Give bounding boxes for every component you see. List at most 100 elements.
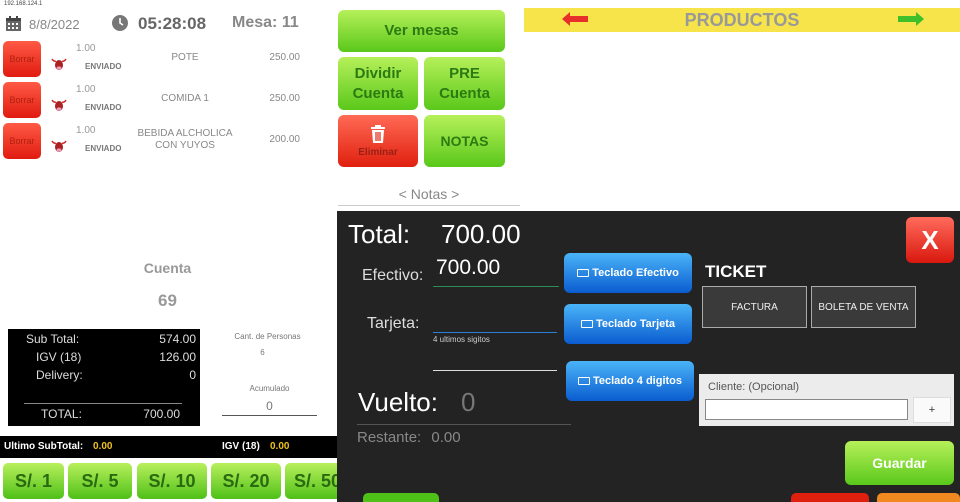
delete-item-button[interactable]: Borrar: [3, 41, 41, 77]
order-price: 200.00: [269, 134, 300, 145]
restante-label: Restante:: [357, 429, 422, 446]
vuelto-value: 0: [461, 387, 476, 417]
cuenta-number: 69: [158, 291, 177, 310]
window-titlebar: 192.168.124.1: [0, 0, 960, 8]
factura-button[interactable]: FACTURA: [702, 286, 807, 328]
digitos-underline: [433, 370, 557, 371]
digitos-input[interactable]: [433, 347, 557, 369]
order-qty: 1.00: [76, 43, 96, 54]
totals-panel: Sub Total: 574.00 IGV (18) 126.00 Delive…: [8, 329, 200, 426]
cuenta-label: Cuenta: [143, 260, 192, 276]
clock-icon: [111, 14, 129, 32]
efectivo-underline: [433, 286, 559, 287]
order-status: ENVIADO: [85, 103, 122, 112]
add-cliente-button[interactable]: +: [913, 397, 951, 423]
subtotal-value: 574.00: [159, 332, 196, 346]
igv-label: IGV (18): [36, 350, 82, 364]
notas-link[interactable]: < Notas >: [338, 186, 520, 206]
order-qty: 1.00: [76, 84, 96, 95]
ultimo-subtotal-value: 0.00: [93, 441, 113, 452]
delete-item-button[interactable]: Borrar: [3, 82, 41, 118]
boleta-button[interactable]: BOLETA DE VENTA: [811, 286, 916, 328]
teclado-efectivo-label: Teclado Efectivo: [592, 267, 679, 279]
order-price: 250.00: [269, 93, 300, 104]
notas-button[interactable]: NOTAS: [424, 115, 505, 167]
guardar-button[interactable]: Guardar: [845, 441, 954, 485]
delivery-label: Delivery:: [36, 368, 83, 382]
vuelto-label: Vuelto:: [358, 387, 438, 417]
bull-icon: [51, 98, 67, 112]
close-modal-button[interactable]: X: [906, 217, 954, 263]
order-status: ENVIADO: [85, 62, 122, 71]
calendar-icon: [5, 15, 22, 32]
cash-5-button[interactable]: S/. 5: [68, 463, 132, 499]
order-name: COMIDA 1: [161, 93, 209, 104]
pre-cuenta-button[interactable]: PRE Cuenta: [424, 57, 505, 110]
order-row: Borrar 1.00 ENVIADO BEBIDA ALCHOLICA CON…: [0, 123, 320, 163]
acumulado-value: 0: [222, 399, 317, 416]
delivery-value: 0: [189, 368, 196, 382]
order-price: 250.00: [269, 52, 300, 63]
teclado-digitos-button[interactable]: Teclado 4 digitos: [566, 361, 694, 401]
cliente-panel: Cliente: (Opcional) +: [699, 374, 954, 426]
cliente-label: Cliente: (Opcional): [708, 381, 800, 393]
mesa-label: Mesa:: [232, 14, 278, 31]
subtotal-label: Sub Total:: [26, 332, 80, 346]
hidden-orange-button[interactable]: [877, 493, 960, 502]
bull-icon: [51, 139, 67, 153]
order-name: BEBIDA ALCHOLICA CON YUYOS: [137, 128, 233, 151]
order-row: Borrar 1.00 ENVIADO POTE 250.00: [0, 41, 320, 81]
payment-total-value: 700.00: [441, 219, 521, 249]
productos-bar: PRODUCTOS: [524, 8, 960, 32]
bull-icon: [51, 57, 67, 71]
order-name: POTE: [171, 52, 199, 63]
teclado-digitos-label: Teclado 4 digitos: [592, 375, 683, 387]
tarjeta-hint: 4 ultimos sigitos: [433, 335, 490, 344]
cash-20-button[interactable]: S/. 20: [211, 463, 281, 499]
total-value: 700.00: [143, 407, 180, 421]
order-status: ENVIADO: [85, 144, 122, 153]
window-title: 192.168.124.1: [4, 1, 43, 7]
ver-mesas-button[interactable]: Ver mesas: [338, 10, 505, 52]
header-date: 8/8/2022: [29, 17, 80, 32]
teclado-tarjeta-button[interactable]: Teclado Tarjeta: [564, 304, 692, 344]
tarjeta-underline: [433, 332, 557, 333]
footer-igv-label: IGV (18): [222, 441, 260, 452]
footer-bar: Ultimo SubTotal: 0.00 IGV (18) 0.00: [0, 436, 345, 458]
pre-line-2: Cuenta: [439, 84, 490, 102]
tarjeta-label: Tarjeta:: [367, 315, 420, 332]
cash-1-button[interactable]: S/. 1: [3, 463, 64, 499]
tarjeta-input[interactable]: [433, 308, 557, 332]
efectivo-input[interactable]: 700.00: [433, 256, 559, 286]
hidden-red-button[interactable]: [791, 493, 869, 502]
personas-value: 6: [260, 348, 265, 357]
eliminar-button[interactable]: Eliminar: [338, 115, 418, 167]
trash-icon: [369, 124, 387, 147]
teclado-tarjeta-label: Teclado Tarjeta: [595, 318, 676, 330]
efectivo-label: Efectivo:: [362, 267, 424, 284]
keyboard-icon: [580, 320, 593, 328]
personas-label: Cant. de Personas: [234, 332, 301, 341]
footer-igv-value: 0.00: [270, 441, 290, 452]
restante-value: 0.00: [431, 429, 461, 446]
delete-item-button[interactable]: Borrar: [3, 123, 41, 159]
dividir-cuenta-button[interactable]: Dividir Cuenta: [338, 57, 418, 110]
acumulado-label: Acumulado: [249, 384, 290, 393]
cash-10-button[interactable]: S/. 10: [137, 463, 207, 499]
hidden-green-button[interactable]: [363, 493, 439, 502]
teclado-efectivo-button[interactable]: Teclado Efectivo: [564, 253, 692, 293]
vuelto-divider: [357, 424, 571, 425]
keyboard-icon: [577, 269, 590, 277]
order-row: Borrar 1.00 ENVIADO COMIDA 1 250.00: [0, 82, 320, 122]
ticket-label: TICKET: [705, 262, 767, 281]
arrow-right-icon[interactable]: [898, 12, 924, 26]
productos-title: PRODUCTOS: [684, 10, 800, 30]
ultimo-subtotal-label: Ultimo SubTotal:: [4, 441, 84, 452]
dividir-line-1: Dividir: [354, 64, 402, 82]
dividir-line-2: Cuenta: [352, 84, 404, 102]
pre-line-1: PRE: [449, 64, 480, 82]
mesa-indicator: Mesa: 11: [232, 14, 299, 32]
cliente-input[interactable]: [705, 399, 908, 420]
mesa-value: 11: [281, 14, 299, 31]
restante-row: Restante: 0.00: [357, 429, 461, 446]
